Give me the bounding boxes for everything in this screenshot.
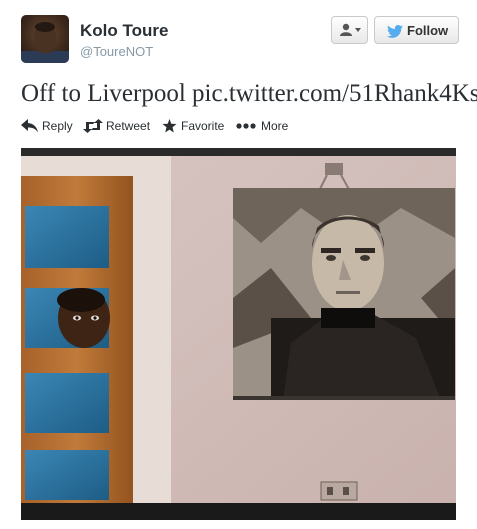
user-actions-dropdown[interactable]	[331, 16, 368, 44]
favorite-label: Favorite	[181, 119, 225, 133]
tweet-photo[interactable]	[21, 148, 456, 520]
twitter-bird-icon	[387, 25, 403, 38]
tweet-body: Off to Liverpool	[21, 80, 186, 107]
follow-button[interactable]: Follow	[374, 16, 459, 44]
user-icon	[340, 23, 361, 36]
ellipsis-icon	[236, 123, 256, 129]
retweet-label: Retweet	[106, 119, 151, 133]
retweet-icon	[83, 119, 103, 133]
tweet-text: Off to Liverpool pic.twitter.com/51Rhank…	[21, 80, 477, 108]
user-handle[interactable]: @ToureNOT	[80, 44, 153, 59]
reply-icon	[21, 119, 38, 133]
reply-label: Reply	[42, 119, 73, 133]
avatar[interactable]	[21, 15, 69, 63]
more-label: More	[261, 119, 289, 133]
star-icon	[162, 119, 177, 133]
follow-label: Follow	[407, 23, 449, 38]
tweet-photo-link[interactable]: pic.twitter.com/51Rhank4Ks	[192, 80, 477, 107]
user-name[interactable]: Kolo Toure	[80, 21, 168, 41]
